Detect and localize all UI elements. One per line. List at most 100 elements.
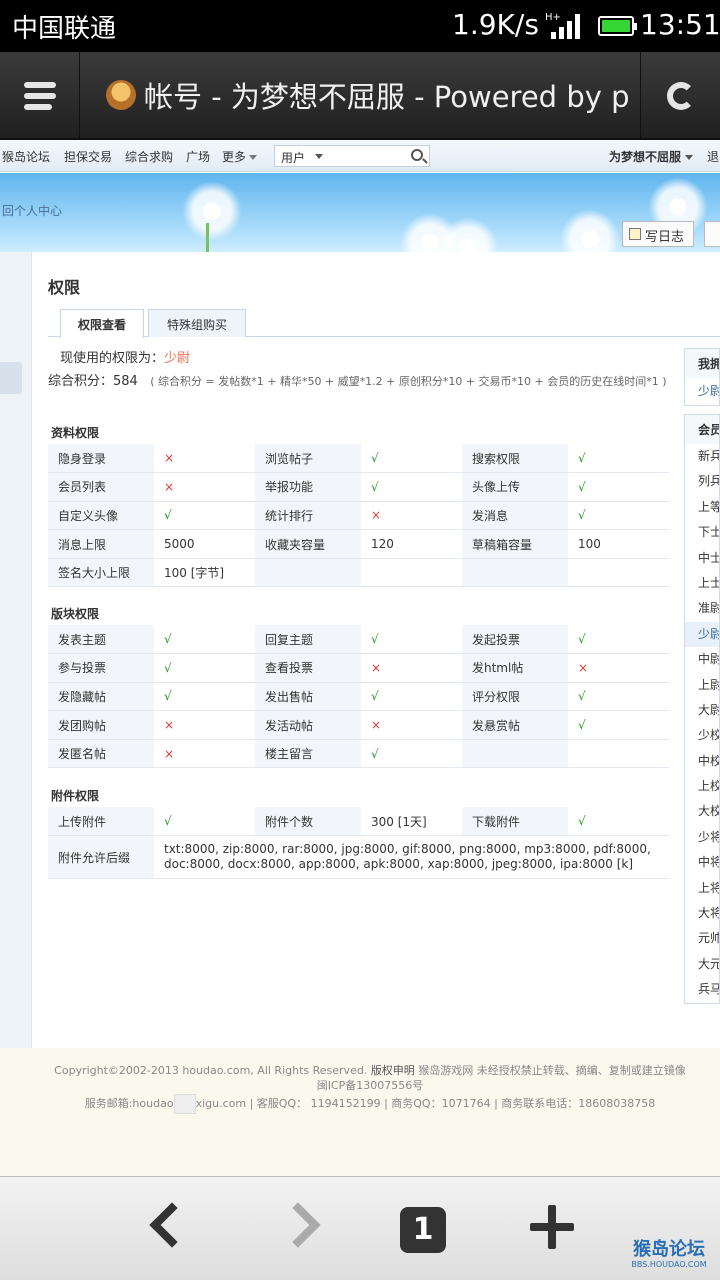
member-group-item[interactable]: 下士 bbox=[685, 520, 719, 545]
nav-link-houdao[interactable]: 猴岛论坛 bbox=[2, 148, 50, 165]
permission-value: √ bbox=[568, 501, 669, 531]
table-row: 消息上限 5000 收藏夹容量 120 草稿箱容量 100 bbox=[48, 529, 669, 559]
table-row: 隐身登录 × 浏览帖子 √ 搜索权限 √ bbox=[48, 444, 669, 474]
footer-copyright: Copyright©2002-2013 houdao.com, All Righ… bbox=[54, 1064, 686, 1092]
member-group-item[interactable]: 上尉 bbox=[685, 673, 719, 698]
icp-number[interactable]: 闽ICP备13007556号 bbox=[317, 1079, 424, 1092]
member-group-item[interactable]: 大校 bbox=[685, 799, 719, 824]
nav-link-more[interactable]: 更多 bbox=[222, 148, 257, 165]
menu-icon[interactable] bbox=[0, 52, 80, 140]
member-group-item[interactable]: 大元 bbox=[685, 952, 719, 977]
permission-value: × bbox=[568, 653, 669, 683]
permission-value: √ bbox=[568, 710, 669, 740]
page-title-bar[interactable]: 帐号 - 为梦想不屈服 - Powered by p bbox=[144, 74, 632, 118]
permission-value: × bbox=[361, 710, 462, 740]
current-permission: 现使用的权限为：少尉 bbox=[60, 351, 191, 366]
permission-value: × bbox=[154, 739, 255, 769]
permission-label: 举报功能 bbox=[255, 472, 361, 502]
member-group-item[interactable]: 大尉 bbox=[685, 698, 719, 723]
svg-text:H+: H+ bbox=[545, 12, 561, 23]
photo-button[interactable] bbox=[704, 221, 720, 247]
permission-label bbox=[462, 739, 568, 769]
nav-link-square[interactable]: 广场 bbox=[186, 148, 210, 165]
permission-label: 发悬赏帖 bbox=[462, 710, 568, 740]
profile-permissions-table: 隐身登录 × 浏览帖子 √ 搜索权限 √ 会员列表 × 举报功能 √ 头像上传 √ 自定义头像 √ 统计排行… bbox=[48, 444, 669, 588]
copyright-notice-link[interactable]: 版权申明 bbox=[371, 1064, 415, 1077]
member-group-item[interactable]: 上将 bbox=[685, 876, 719, 901]
permission-value: √ bbox=[568, 625, 669, 655]
table-row: 会员列表 × 举报功能 √ 头像上传 √ bbox=[48, 472, 669, 502]
member-group-item[interactable]: 上等 bbox=[685, 495, 719, 520]
search-type-select[interactable]: 用户 bbox=[281, 149, 305, 166]
permission-label: 附件个数 bbox=[255, 807, 361, 837]
permission-value: 120 bbox=[361, 529, 462, 559]
reload-icon[interactable] bbox=[640, 52, 720, 140]
logout-link[interactable]: 退 bbox=[707, 148, 719, 165]
attachment-permissions-table: 上传附件 √ 附件个数 300 [1天] 下载附件 √ 附件允许后缀 txt:8000, zi… bbox=[48, 807, 669, 880]
tab-view-permissions[interactable]: 权限查看 bbox=[60, 309, 144, 338]
table-row: 发团购帖 × 发活动帖 × 发悬赏帖 √ bbox=[48, 710, 669, 740]
member-group-item[interactable]: 中尉 bbox=[685, 647, 719, 672]
back-to-profile-link[interactable]: 回个人中心 bbox=[2, 202, 62, 219]
my-groups-box: 我拥 少尉 bbox=[684, 348, 720, 406]
permission-value bbox=[568, 558, 669, 588]
username-menu[interactable]: 为梦想不屈服 bbox=[609, 148, 693, 165]
member-group-item[interactable]: 中将 bbox=[685, 850, 719, 875]
member-group-item[interactable]: 少将 bbox=[685, 825, 719, 850]
permission-value: × bbox=[361, 653, 462, 683]
back-arrow-icon[interactable] bbox=[140, 1197, 200, 1257]
left-sidebar-tab[interactable] bbox=[0, 362, 22, 394]
member-group-item[interactable]: 大将 bbox=[685, 901, 719, 926]
member-group-item[interactable]: 少尉 bbox=[685, 621, 719, 648]
permission-value: √ bbox=[361, 739, 462, 769]
permission-label: 参与投票 bbox=[48, 653, 154, 683]
email-image-icon bbox=[173, 1094, 196, 1114]
table-row: 附件允许后缀 txt:8000, zip:8000, rar:8000, jpg:… bbox=[48, 835, 669, 880]
chevron-down-icon bbox=[315, 154, 323, 159]
dandelion-decoration bbox=[182, 181, 242, 241]
write-blog-button[interactable]: 写日志 bbox=[622, 221, 694, 247]
permission-label: 发匿名帖 bbox=[48, 739, 154, 769]
tab-special-group[interactable]: 特殊组购买 bbox=[148, 309, 246, 337]
browser-toolbar: 帐号 - 为梦想不屈服 - Powered by p bbox=[0, 52, 720, 140]
member-group-item[interactable]: 少校 bbox=[685, 723, 719, 748]
forward-arrow-icon[interactable] bbox=[270, 1197, 330, 1257]
permission-label: 评分权限 bbox=[462, 682, 568, 712]
permission-label: 发出售帖 bbox=[255, 682, 361, 712]
my-group-link[interactable]: 少尉 bbox=[685, 378, 719, 405]
member-group-item[interactable]: 中校 bbox=[685, 749, 719, 774]
battery-icon bbox=[598, 16, 637, 36]
member-group-item[interactable]: 列兵 bbox=[685, 469, 719, 494]
member-group-item[interactable]: 元帅 bbox=[685, 926, 719, 951]
new-tab-plus-icon[interactable] bbox=[522, 1197, 582, 1257]
permission-value: √ bbox=[154, 807, 255, 837]
nav-link-buy[interactable]: 综合求购 bbox=[125, 148, 173, 165]
footer-contact: 服务邮箱:houdao xigu.com | 客服QQ： 1194152199 |… bbox=[40, 1094, 700, 1114]
nav-link-escrow[interactable]: 担保交易 bbox=[64, 148, 112, 165]
member-group-item[interactable]: 新兵 bbox=[685, 444, 719, 469]
permission-label: 查看投票 bbox=[255, 653, 361, 683]
search-icon[interactable] bbox=[411, 149, 423, 161]
member-group-item[interactable]: 准尉 bbox=[685, 596, 719, 621]
permission-label: 楼主留言 bbox=[255, 739, 361, 769]
page-footer: Copyright©2002-2013 houdao.com, All Righ… bbox=[0, 1048, 720, 1176]
table-row: 发表主题 √ 回复主题 √ 发起投票 √ bbox=[48, 625, 669, 655]
table-row: 发匿名帖 × 楼主留言 √ bbox=[48, 739, 669, 769]
permission-value: √ bbox=[361, 682, 462, 712]
member-group-item[interactable]: 上校 bbox=[685, 774, 719, 799]
search-box[interactable]: 用户 bbox=[274, 145, 430, 167]
member-group-item[interactable]: 中士 bbox=[685, 546, 719, 571]
my-groups-title: 我拥 bbox=[685, 349, 719, 378]
permission-value: √ bbox=[361, 444, 462, 474]
right-sidebar: 我拥 少尉 会员 新兵 列兵 上等 下士 中士 上士 准尉 少尉 中尉 上尉 大尉 少校 中校 上校 大校少… bbox=[684, 348, 720, 1012]
current-rank[interactable]: 少尉 bbox=[164, 351, 190, 366]
permission-value: 100 bbox=[568, 529, 669, 559]
permission-label: 发隐藏帖 bbox=[48, 682, 154, 712]
left-sidebar bbox=[0, 252, 32, 1048]
tab-count-button[interactable]: 1 bbox=[400, 1207, 446, 1253]
permission-label: 发消息 bbox=[462, 501, 568, 531]
site-nav-bar: 猴岛论坛 担保交易 综合求购 广场 更多 用户 为梦想不屈服 退 bbox=[0, 140, 720, 172]
member-group-item[interactable]: 上士 bbox=[685, 571, 719, 596]
member-group-item[interactable]: 兵马 bbox=[685, 977, 719, 1002]
network-speed: 1.9K/s bbox=[452, 8, 539, 41]
